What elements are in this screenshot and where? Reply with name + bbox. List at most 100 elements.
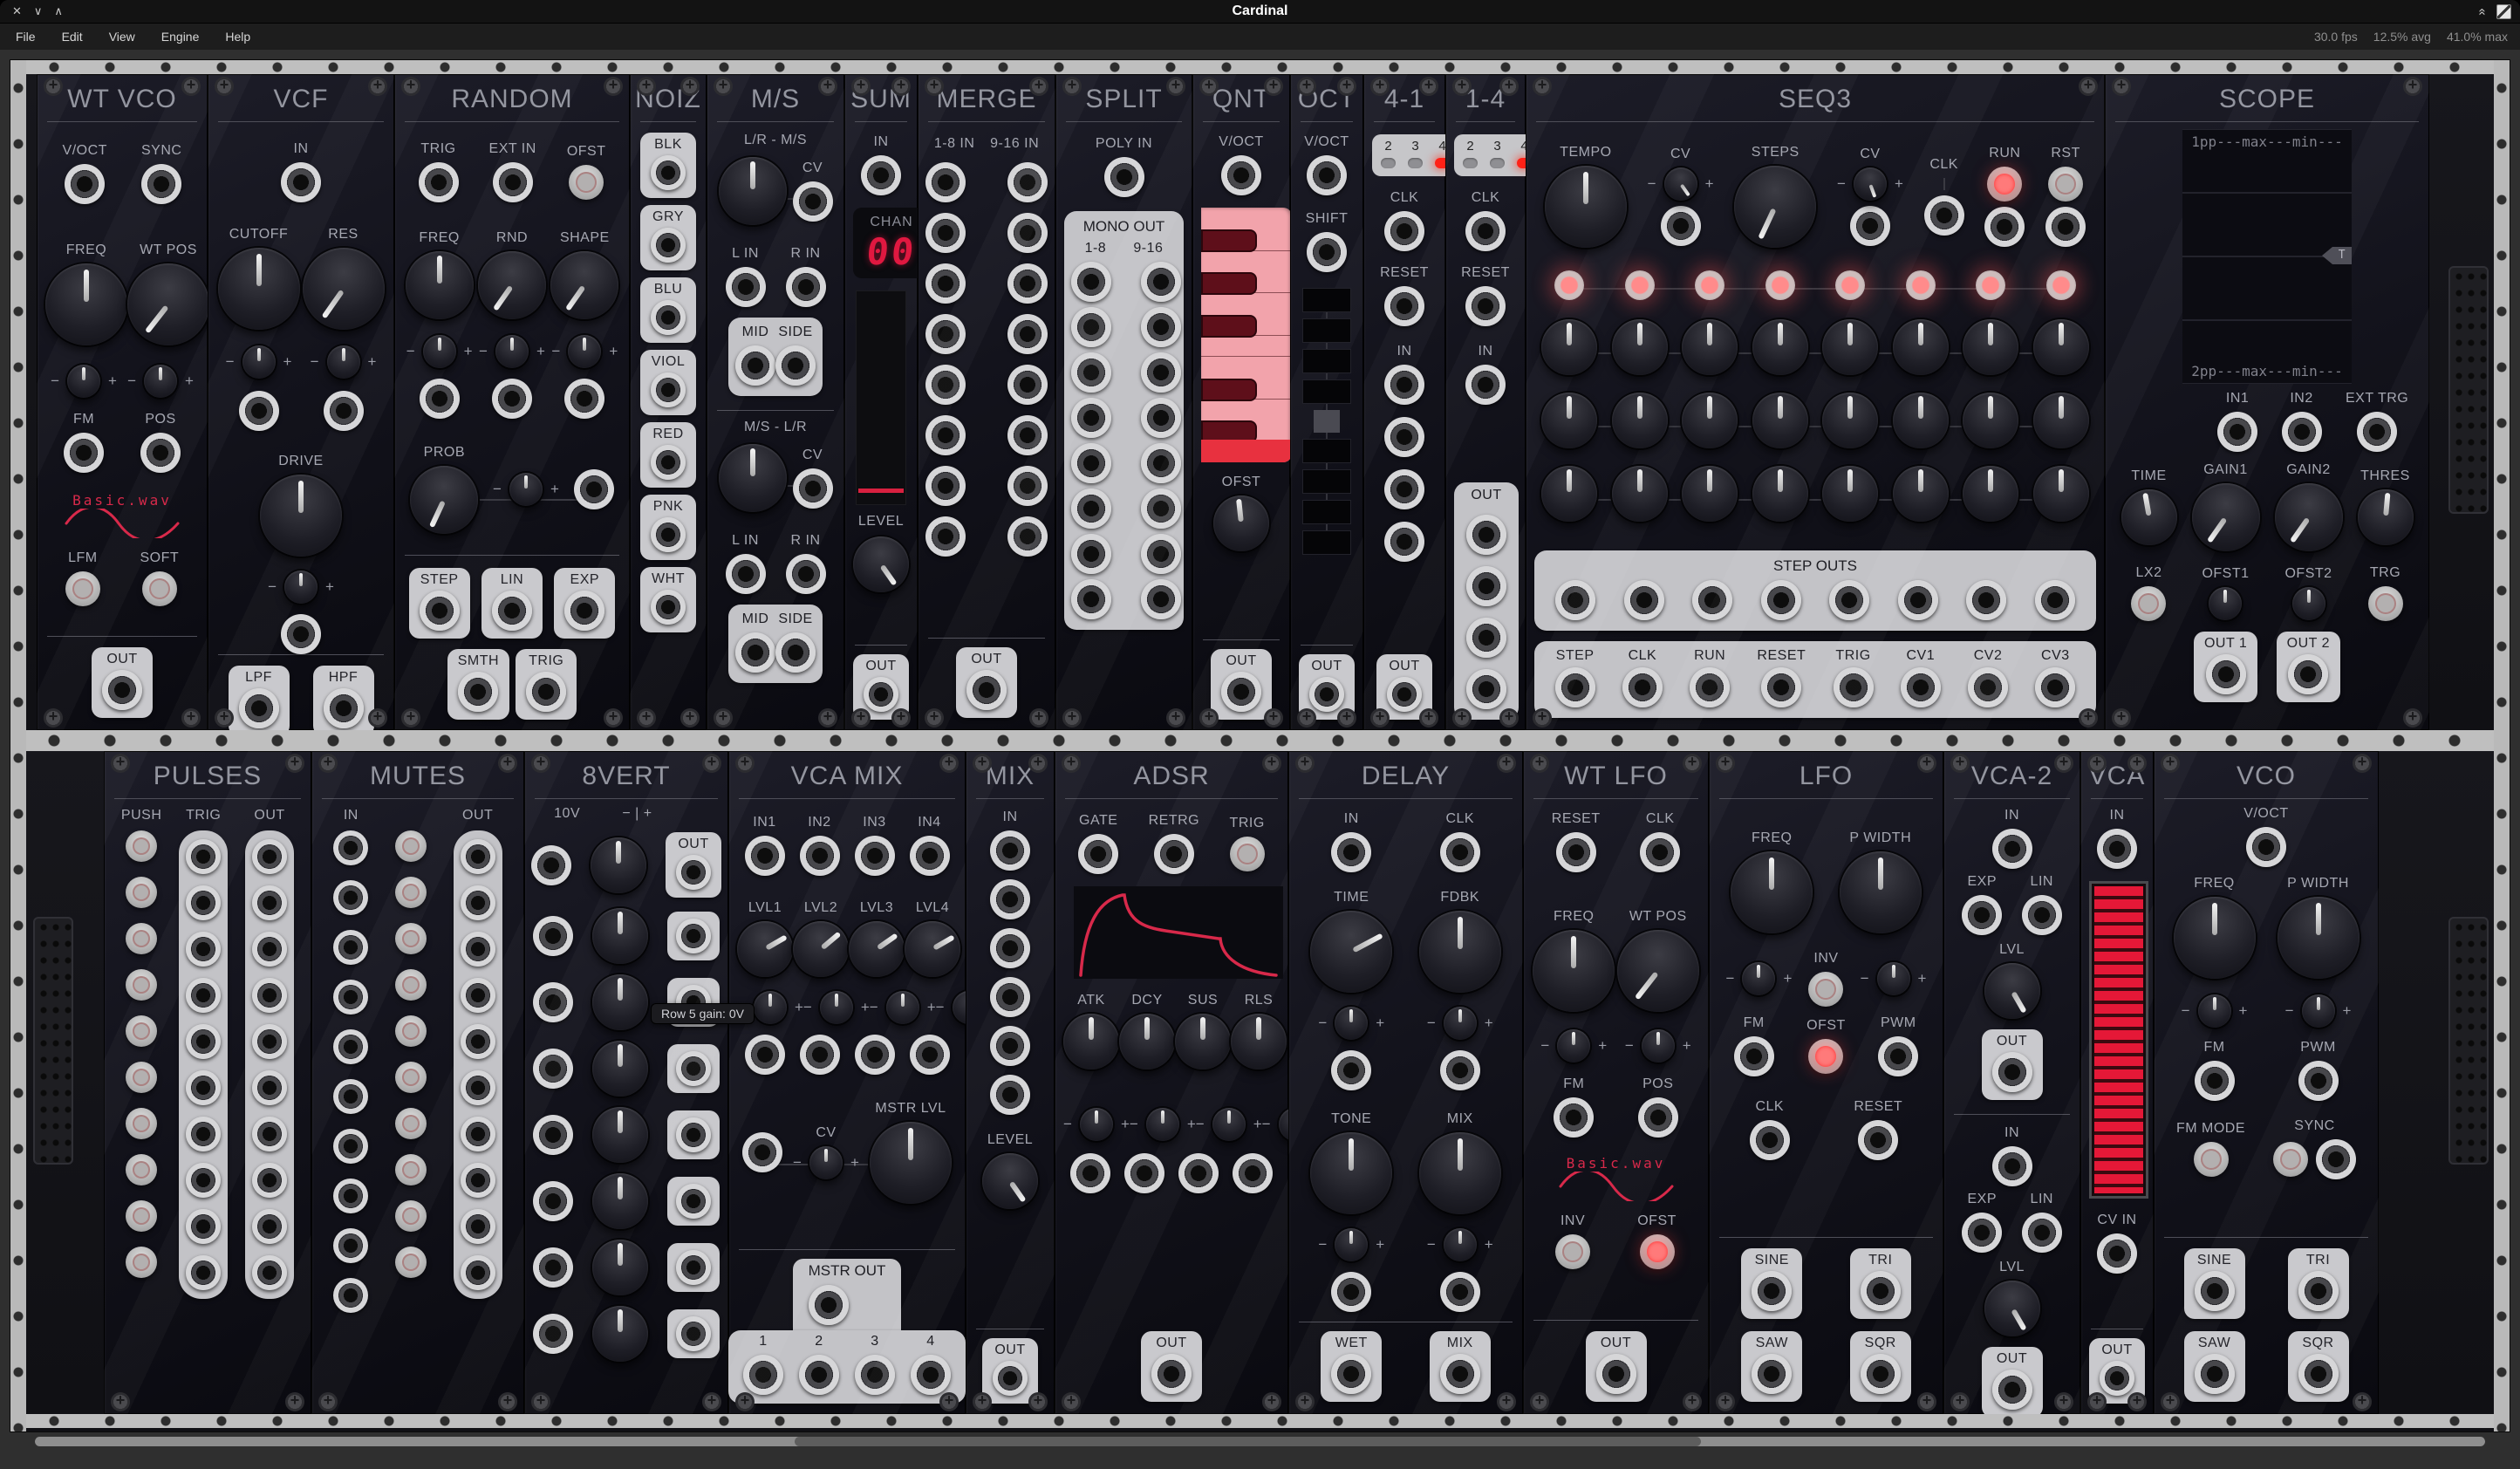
module-scope[interactable]: SCOPE1pp---max---min---T2pp---max---min-… <box>2105 74 2429 730</box>
pulses-out-5-port[interactable] <box>252 1024 287 1059</box>
adsr-atk-knob[interactable] <box>1063 1014 1119 1069</box>
mutes-in-2-port[interactable] <box>333 880 368 915</box>
switch-1-4-select-2[interactable]: 2 <box>1463 139 1478 168</box>
delay-trim-knob[interactable] <box>1335 1007 1368 1040</box>
noiz-gry-port[interactable] <box>651 228 686 263</box>
oct-shift-step[interactable] <box>1314 410 1340 433</box>
pulses-trig-10-port[interactable] <box>186 1255 221 1290</box>
8vert-out-6-port[interactable] <box>676 1184 711 1219</box>
lfo-reset-port[interactable] <box>1858 1120 1898 1160</box>
split-out-2-port[interactable] <box>1071 307 1111 347</box>
scope-ofst1-trim-knob[interactable] <box>2209 587 2242 620</box>
noiz-viol-port[interactable] <box>651 372 686 407</box>
pulses-out-9-port[interactable] <box>252 1209 287 1244</box>
8vert-gain-3-knob[interactable] <box>592 974 648 1030</box>
vca-2-lvl-knob[interactable] <box>1984 1281 2040 1336</box>
wt-lfo-freq-knob[interactable] <box>1533 930 1615 1012</box>
switch-4-1-jack-port[interactable] <box>1384 417 1424 457</box>
pulses-trig-3-port[interactable] <box>186 932 221 967</box>
oct-shift-step[interactable] <box>1302 379 1351 404</box>
split-out-1-port[interactable] <box>1071 262 1111 302</box>
vca-2-lvl-knob[interactable] <box>1984 963 2040 1019</box>
scope-trigger-marker[interactable]: T <box>2332 247 2352 264</box>
wt-vco-v-oct-port[interactable] <box>65 164 105 204</box>
vco-saw-port[interactable] <box>2195 1354 2235 1394</box>
vca-mix-trim-knob[interactable] <box>953 991 966 1024</box>
seq3-step-led[interactable] <box>1625 270 1655 300</box>
qnt-root-key[interactable] <box>1201 440 1290 462</box>
mutes-mute-button-7[interactable] <box>395 1108 427 1139</box>
adsr-sus-knob[interactable] <box>1175 1014 1231 1069</box>
delay-mix-port[interactable] <box>1440 1354 1480 1394</box>
module-random[interactable]: RANDOMTRIGEXT INOFSTFREQRNDSHAPE−+−+−+PR… <box>394 74 630 730</box>
seq3-step-out-8-port[interactable] <box>2035 580 2075 620</box>
seq3-seq-knob-knob[interactable] <box>2033 393 2089 448</box>
seq3-seq-knob-knob[interactable] <box>1822 393 1878 448</box>
vca-mix-in3-port[interactable] <box>855 836 895 876</box>
seq3-step-out-1-port[interactable] <box>1555 580 1595 620</box>
8vert-gain-5-knob[interactable] <box>592 1107 648 1163</box>
oct-shift-step[interactable] <box>1302 530 1351 555</box>
mix-jack-port[interactable] <box>990 1075 1030 1115</box>
random-prob-knob[interactable] <box>410 466 478 534</box>
split-out-12-port[interactable] <box>1141 398 1181 438</box>
seq3-step-led[interactable] <box>1835 270 1865 300</box>
adsr-trim-knob[interactable] <box>1212 1108 1246 1141</box>
sum-knob-knob[interactable] <box>853 536 909 592</box>
wt-vco-out-port[interactable] <box>102 670 142 710</box>
seq3-seq-knob-knob[interactable] <box>1612 466 1668 522</box>
pulses-trig-5-port[interactable] <box>186 1024 221 1059</box>
wt-vco-pos-port[interactable] <box>140 433 181 473</box>
vcf-trim-knob[interactable] <box>242 345 276 379</box>
scope-in2-port[interactable] <box>2282 412 2322 452</box>
seq3-cv1-out-port[interactable] <box>1901 667 1941 707</box>
seq3-step-out-7-port[interactable] <box>1966 580 2006 620</box>
vcf-res-knob[interactable] <box>303 248 385 330</box>
mutes-in-8-port[interactable] <box>333 1179 368 1213</box>
switch-4-1-reset-port[interactable] <box>1384 286 1424 326</box>
module-split[interactable]: SPLITPOLY INMONO OUT1-89-16 <box>1055 74 1192 730</box>
ms-mid-port[interactable] <box>735 345 775 386</box>
random-jack-port[interactable] <box>574 469 614 509</box>
random-rnd-knob[interactable] <box>478 251 546 319</box>
random-freq-knob[interactable] <box>406 251 474 319</box>
pulses-trig-6-port[interactable] <box>186 1070 221 1105</box>
8vert-out-8-port[interactable] <box>676 1316 711 1351</box>
seq3-cv-trim-knob[interactable] <box>1854 167 1887 201</box>
vca-2-lin-port[interactable] <box>2022 1213 2062 1253</box>
seq3-step-led[interactable] <box>2046 270 2076 300</box>
pulses-out-2-port[interactable] <box>252 885 287 920</box>
merge-in-16-port[interactable] <box>1007 516 1048 557</box>
seq3-seq-knob-knob[interactable] <box>1963 466 2018 522</box>
seq3-seq-knob-knob[interactable] <box>1822 466 1878 522</box>
adsr-jack-port[interactable] <box>1178 1153 1219 1193</box>
adsr-trig-button[interactable] <box>1230 837 1265 871</box>
vcf-drive-knob[interactable] <box>260 475 342 557</box>
adsr-trim-knob[interactable] <box>1080 1108 1113 1141</box>
seq3-seq-knob-knob[interactable] <box>1612 319 1668 375</box>
seq3-seq-knob-knob[interactable] <box>1682 319 1738 375</box>
mutes-out-1-port[interactable] <box>461 839 495 874</box>
seq3-step-out-4-port[interactable] <box>1761 580 1801 620</box>
module-oct[interactable]: OCTV/OCTSHIFTOUT <box>1290 74 1363 730</box>
merge-in-3-port[interactable] <box>925 263 966 304</box>
mix-in-port[interactable] <box>990 830 1030 871</box>
vcf-jack-port[interactable] <box>281 614 321 654</box>
qnt-black-key[interactable] <box>1201 315 1257 338</box>
qnt-v-oct-port[interactable] <box>1221 155 1261 195</box>
seq3-seq-knob-knob[interactable] <box>1541 393 1597 448</box>
mutes-mute-button-8[interactable] <box>395 1154 427 1185</box>
wt-vco-wt-pos-knob[interactable] <box>127 263 208 345</box>
vco-trim-knob[interactable] <box>2198 994 2231 1028</box>
vca-cv-in-port[interactable] <box>2097 1233 2137 1274</box>
seq3-seq-knob-knob[interactable] <box>1752 393 1808 448</box>
scope-gain1-knob[interactable] <box>2192 483 2260 551</box>
vcf-trim-knob[interactable] <box>284 571 318 604</box>
qnt-keyboard[interactable] <box>1201 208 1290 462</box>
menu-view[interactable]: View <box>109 30 135 44</box>
merge-out-port[interactable] <box>966 670 1007 710</box>
wt-lfo-trim-knob[interactable] <box>1557 1029 1590 1062</box>
split-out-6-port[interactable] <box>1071 489 1111 529</box>
wt-lfo-pos-port[interactable] <box>1638 1097 1678 1138</box>
mutes-in-6-port[interactable] <box>333 1079 368 1114</box>
